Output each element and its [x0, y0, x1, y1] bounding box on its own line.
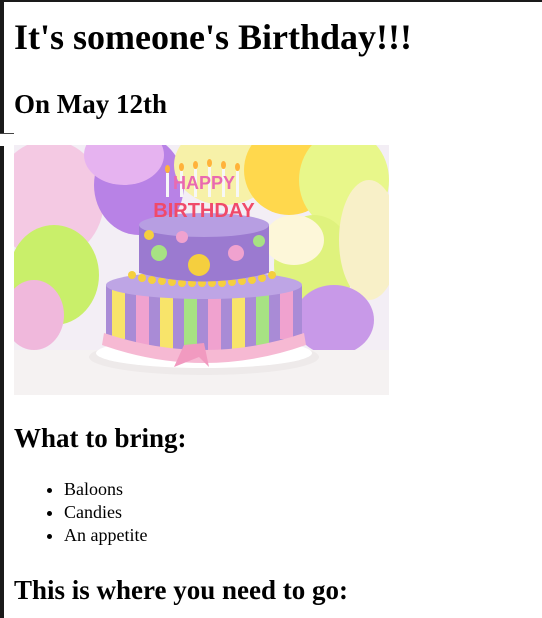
frame-left-border: [0, 0, 4, 134]
birthday-cake-image: HAPPY BIRTHDAY: [14, 145, 389, 395]
bring-list: Baloons Candies An appetite: [14, 478, 147, 547]
location-heading: This is where you need to go:: [14, 575, 349, 605]
list-item: An appetite: [64, 524, 147, 547]
page-title: It's someone's Birthday!!!: [14, 17, 412, 57]
bring-heading: What to bring:: [14, 423, 187, 453]
cake-topper-birthday: BIRTHDAY: [153, 200, 255, 222]
frame-left-border-lower: [0, 146, 4, 618]
frame-top-border: [0, 0, 542, 2]
cake-topper-happy: HAPPY: [173, 173, 235, 193]
list-item: Candies: [64, 501, 147, 524]
frame-divider: [0, 133, 14, 134]
list-item: Baloons: [64, 478, 147, 501]
date-heading: On May 12th: [14, 89, 168, 119]
